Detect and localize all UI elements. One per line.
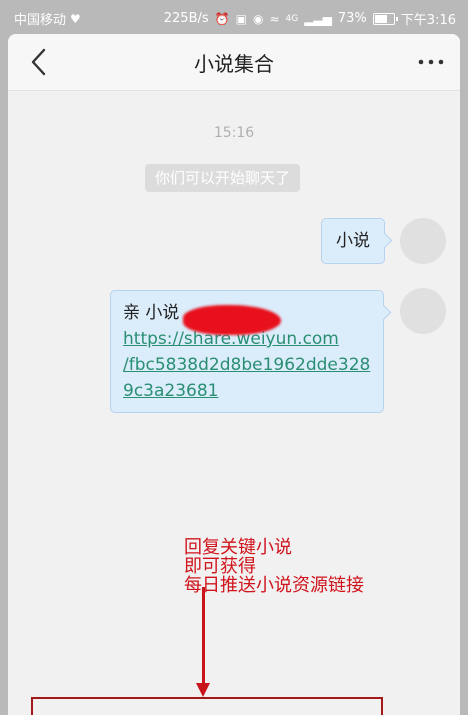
status-bar-left: 中国移动 ♥	[14, 9, 81, 29]
page-title: 小说集合	[194, 52, 274, 76]
status-bar-right: 225B/s ⏰ ▣ ◉ ≈ 4G ▂▃▅ 73% 下午3:16	[164, 9, 456, 28]
more-dots-icon	[418, 59, 444, 65]
avatar[interactable]	[400, 288, 446, 334]
clock: 下午3:16	[400, 13, 456, 28]
chat-screen: 小说集合 15:16 你们可以开始聊天了 小说 亲 小说 https://sha…	[8, 34, 460, 715]
carrier-label: 中国移动	[14, 13, 67, 28]
hd-icon: ▣	[235, 11, 247, 26]
annotation-highlight-box	[31, 697, 383, 715]
system-notice: 你们可以开始聊天了	[145, 164, 301, 192]
bubble-tail	[376, 232, 393, 249]
annotation-arrow-line	[202, 587, 205, 687]
alarm-icon: ⏰	[214, 11, 230, 26]
battery-percent: 73%	[337, 11, 367, 26]
bubble-tail	[375, 304, 392, 321]
redaction-mark	[183, 305, 281, 335]
title-bar: 小说集合	[8, 34, 460, 91]
message-bubble[interactable]: 小说	[321, 218, 393, 264]
battery-fill	[374, 14, 388, 23]
battery-icon	[372, 12, 398, 25]
message-prefix-line: 亲 小说	[123, 300, 371, 335]
eye-icon: ◉	[252, 11, 264, 26]
annotation-line: 即可获得	[184, 556, 256, 577]
annotation-line: 每日推送小说资源链接	[184, 575, 364, 596]
signal-label: 4G	[285, 13, 299, 24]
link-line: 9c3a23681	[123, 381, 219, 401]
message-bubble[interactable]: 亲 小说 https://share.weiyun.com /fbc5838d2…	[110, 290, 392, 413]
arrow-down-icon	[196, 683, 210, 697]
message-prefix: 亲 小说	[123, 303, 180, 323]
message-timestamp: 15:16	[213, 125, 255, 141]
annotation-line: 回复关键小说	[184, 537, 292, 558]
heart-icon: ♥	[70, 11, 81, 26]
wifi-icon: ≈	[269, 11, 280, 26]
signal-bars-icon: ▂▃▅	[304, 11, 332, 26]
annotation-text: 回复关键小说 即可获得 每日推送小说资源链接	[184, 538, 364, 595]
network-speed: 225B/s	[163, 11, 209, 26]
share-link[interactable]: https://share.weiyun.com /fbc5838d2d8be1…	[123, 326, 371, 404]
more-button[interactable]	[416, 48, 448, 76]
status-bar: 中国移动 ♥ 225B/s ⏰ ▣ ◉ ≈ 4G ▂▃▅ 73% 下午3:16	[0, 0, 468, 34]
message-text: 小说	[336, 231, 370, 251]
avatar[interactable]	[400, 218, 446, 264]
link-line: /fbc5838d2d8be1962dde328	[123, 355, 371, 375]
